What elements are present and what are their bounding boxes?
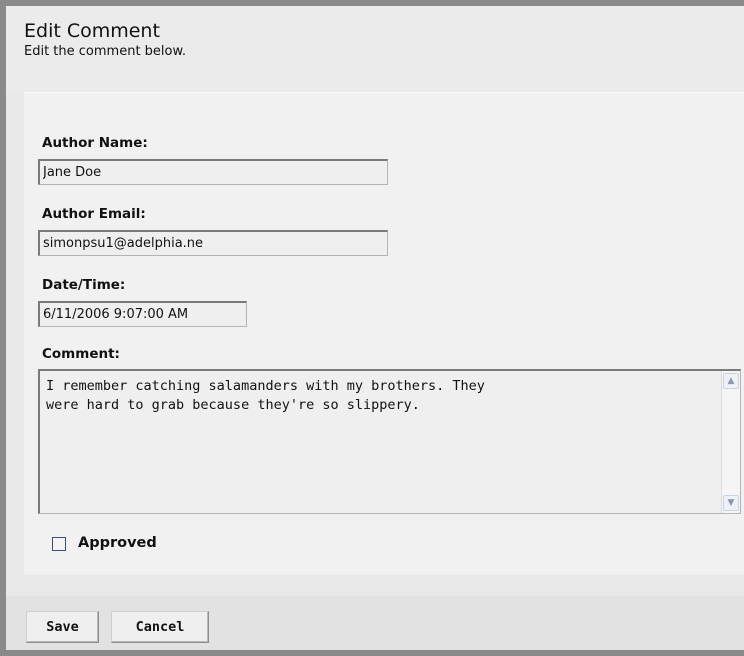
author-email-label: Author Email: (42, 206, 146, 222)
scroll-down-arrow-icon[interactable]: ▼ (723, 495, 739, 511)
datetime-field[interactable] (38, 301, 247, 327)
page-subtitle: Edit the comment below. (24, 44, 187, 59)
scroll-up-arrow-icon[interactable]: ▲ (723, 373, 739, 389)
cancel-button[interactable]: Cancel (111, 611, 209, 643)
approved-checkbox[interactable] (52, 537, 66, 551)
comment-box: ▲ ▼ (38, 369, 741, 514)
comment-scrollbar[interactable]: ▲ ▼ (721, 371, 740, 513)
datetime-label: Date/Time: (42, 277, 126, 293)
author-name-field[interactable] (38, 159, 388, 185)
comment-label: Comment: (42, 346, 120, 362)
save-button[interactable]: Save (26, 611, 99, 643)
author-email-field[interactable] (38, 230, 388, 256)
comment-textarea[interactable] (40, 371, 722, 513)
author-name-label: Author Name: (42, 135, 148, 151)
approved-label: Approved (78, 535, 157, 551)
header: Edit Comment Edit the comment below. (6, 6, 744, 92)
page-title: Edit Comment (24, 20, 160, 42)
